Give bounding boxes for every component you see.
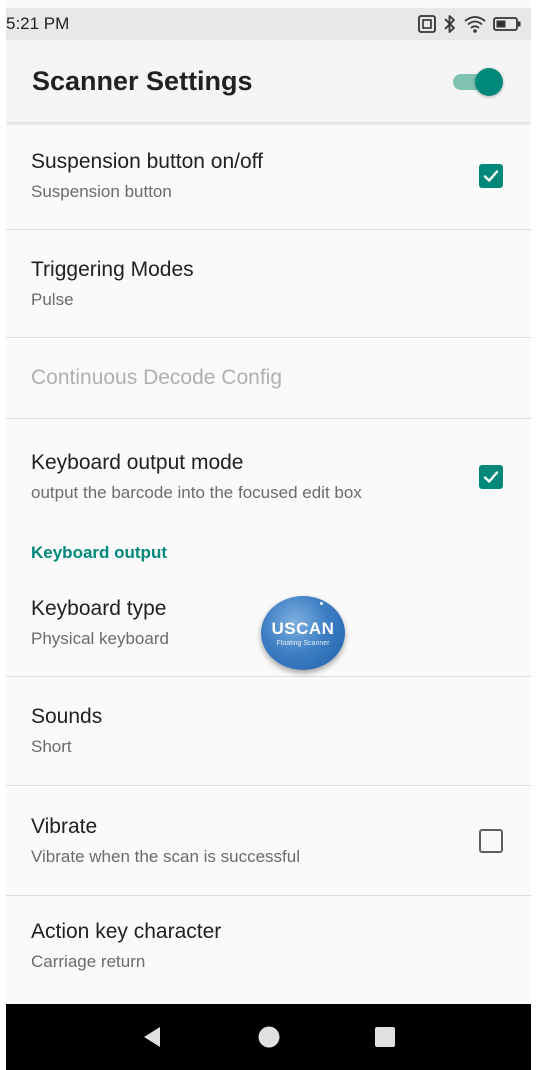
status-bar: 5:21 PM: [6, 8, 531, 40]
pref-summary: Vibrate when the scan is successful: [31, 846, 300, 866]
battery-icon: [493, 16, 521, 32]
pref-summary: output the barcode into the focused edit…: [31, 483, 362, 502]
bluetooth-icon: [443, 14, 457, 34]
pref-summary: Physical keyboard: [31, 628, 169, 648]
pref-title: Continuous Decode Config: [31, 366, 282, 389]
keyboard-output-mode-checkbox[interactable]: [479, 465, 503, 489]
recents-icon: [374, 1027, 395, 1047]
pref-action-key-character[interactable]: Action key character Carriage return: [6, 896, 531, 996]
check-icon: [483, 471, 499, 483]
pref-title: Action key character: [31, 920, 222, 943]
floating-scanner-button[interactable]: USCAN Floating Scanner: [261, 596, 345, 670]
master-switch[interactable]: [453, 67, 503, 96]
back-button[interactable]: [122, 1017, 182, 1057]
pref-vibrate[interactable]: Vibrate Vibrate when the scan is success…: [6, 786, 531, 896]
status-icons: [417, 14, 521, 34]
switch-thumb: [475, 68, 503, 96]
wifi-icon: [463, 14, 487, 34]
app-bar: Scanner Settings: [6, 40, 531, 122]
preference-list: Suspension button on/off Suspension butt…: [6, 122, 531, 996]
category-label: Keyboard output: [31, 543, 167, 562]
recents-button[interactable]: [355, 1017, 415, 1057]
pref-summary: Short: [31, 737, 72, 756]
navigation-bar: [6, 1004, 531, 1070]
suspension-button-checkbox[interactable]: [479, 163, 503, 188]
check-icon: [483, 169, 499, 182]
pref-suspension-button[interactable]: Suspension button on/off Suspension butt…: [6, 122, 531, 230]
pref-title: Suspension button on/off: [31, 149, 263, 173]
back-icon: [144, 1027, 161, 1047]
pref-title: Triggering Modes: [31, 257, 194, 281]
pref-title: Keyboard output mode: [31, 451, 244, 474]
uscan-label: USCAN: [271, 619, 335, 638]
pref-title: Keyboard type: [31, 596, 167, 620]
uscan-sublabel: Floating Scanner: [276, 640, 330, 647]
nfc-icon: [417, 14, 437, 34]
pref-triggering-modes[interactable]: Triggering Modes Pulse: [6, 230, 531, 338]
status-time: 5:21 PM: [6, 14, 70, 33]
home-button[interactable]: [239, 1017, 299, 1057]
pref-title: Sounds: [31, 705, 103, 728]
page-title: Scanner Settings: [32, 65, 253, 96]
pref-keyboard-output-mode[interactable]: Keyboard output mode output the barcode …: [6, 419, 531, 529]
pref-title: Vibrate: [31, 814, 98, 838]
screen: 5:21 PM Scanner Settings Suspension butt…: [6, 0, 531, 1070]
pref-summary: Pulse: [31, 289, 74, 309]
pref-continuous-decode-config: Continuous Decode Config: [6, 338, 531, 419]
home-icon: [258, 1026, 279, 1048]
category-keyboard-output: Keyboard output: [6, 529, 531, 569]
pref-sounds[interactable]: Sounds Short: [6, 677, 531, 786]
pref-summary: Suspension button: [31, 181, 172, 201]
pref-summary: Carriage return: [31, 952, 146, 971]
vibrate-checkbox[interactable]: [479, 828, 503, 853]
uscan-highlight: [320, 602, 323, 605]
